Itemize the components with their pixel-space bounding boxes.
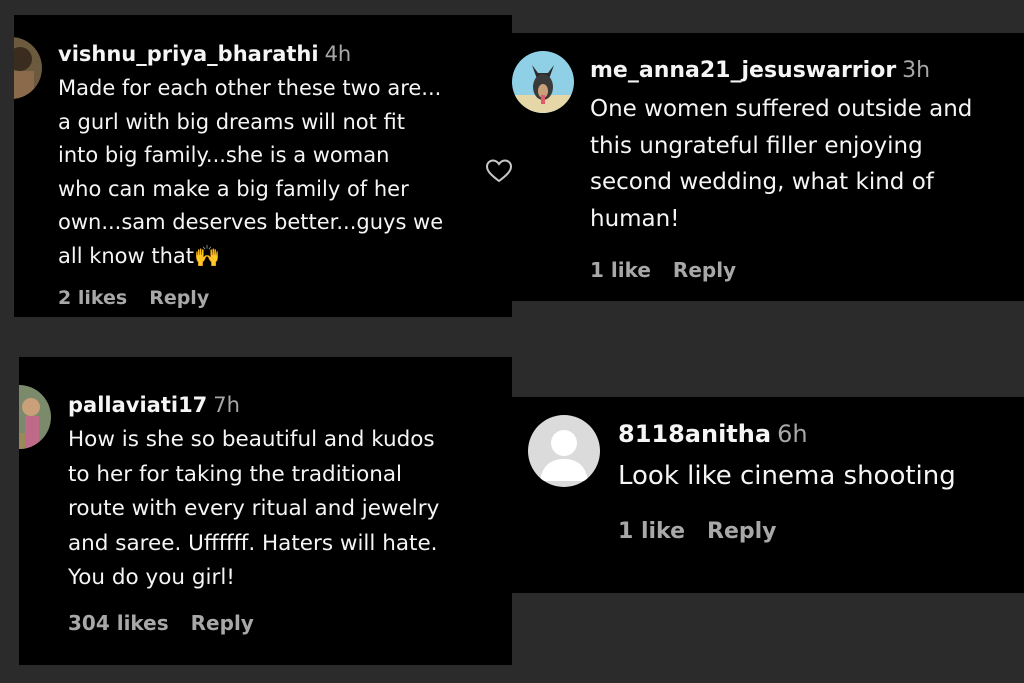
comment-meta: 1 like Reply — [618, 519, 777, 544]
comment-line: own...sam deserves better...guys we — [58, 210, 444, 234]
avatar[interactable] — [19, 385, 51, 449]
comment-line: How is she so beautiful and kudos — [68, 427, 435, 452]
comment-text: How is she so beautiful and kudos to her… — [68, 423, 439, 596]
timestamp: 6h — [777, 420, 808, 448]
comment-line: Made for each other these two are... — [58, 76, 442, 100]
timestamp: 3h — [902, 58, 931, 83]
likes-count[interactable]: 1 like — [590, 258, 651, 282]
reply-button[interactable]: Reply — [149, 287, 209, 309]
timestamp: 7h — [213, 393, 240, 417]
comment-header: 8118anitha 6h — [618, 420, 808, 448]
likes-count[interactable]: 2 likes — [58, 287, 127, 309]
comment-card: me_anna21_jesuswarrior 3h One women suffe… — [512, 33, 1024, 301]
reply-button[interactable]: Reply — [707, 519, 777, 544]
comment-meta: 1 like Reply — [590, 258, 736, 282]
comment-line: into big family...she is a woman — [58, 143, 390, 167]
comment-header: vishnu_priya_bharathi 4h — [58, 42, 351, 66]
username-link[interactable]: vishnu_priya_bharathi — [58, 42, 319, 66]
comment-text: One women suffered outside and this ungr… — [590, 91, 972, 237]
comment-line: second wedding, what kind of — [590, 169, 934, 195]
comment-line: Look like cinema shooting — [618, 461, 956, 491]
comment-meta: 304 likes Reply — [68, 611, 254, 635]
comment-text: Look like cinema shooting — [618, 458, 956, 494]
comment-line: One women suffered outside and — [590, 96, 973, 122]
avatar[interactable] — [14, 37, 42, 99]
comment-line: route with every ritual and jewelry — [68, 496, 440, 521]
comment-card: vishnu_priya_bharathi 4h Made for each ot… — [14, 15, 512, 317]
avatar[interactable] — [512, 51, 574, 113]
comment-meta: 2 likes Reply — [58, 287, 209, 309]
likes-count[interactable]: 304 likes — [68, 611, 169, 635]
username-link[interactable]: 8118anitha — [618, 420, 771, 448]
username-link[interactable]: me_anna21_jesuswarrior — [590, 58, 896, 83]
comment-line: all know that🙌 — [58, 243, 221, 268]
comment-header: pallaviati17 7h — [68, 393, 240, 417]
comment-line: to her for taking the traditional — [68, 461, 402, 487]
comment-line: this ungrateful filler enjoying — [590, 132, 923, 159]
username-link[interactable]: pallaviati17 — [68, 393, 207, 417]
comment-line: human! — [590, 205, 680, 232]
comment-line: who can make a big family of her — [58, 176, 409, 201]
comment-line: and saree. Uffffff. Haters will hate. — [68, 530, 438, 556]
likes-count[interactable]: 1 like — [618, 519, 685, 544]
comment-card: 8118anitha 6h Look like cinema shooting 1… — [512, 397, 1024, 593]
comment-line: You do you girl! — [68, 565, 235, 590]
reply-button[interactable]: Reply — [191, 611, 254, 635]
comment-card: pallaviati17 7h How is she so beautiful a… — [19, 357, 512, 665]
heart-outline-icon[interactable] — [485, 158, 512, 184]
reply-button[interactable]: Reply — [673, 258, 736, 282]
timestamp: 4h — [324, 42, 352, 66]
comment-line: a gurl with big dreams will not fit — [58, 109, 405, 134]
comment-header: me_anna21_jesuswarrior 3h — [590, 58, 930, 83]
default-avatar-icon[interactable] — [528, 415, 600, 487]
comment-text: Made for each other these two are... a g… — [58, 72, 443, 273]
